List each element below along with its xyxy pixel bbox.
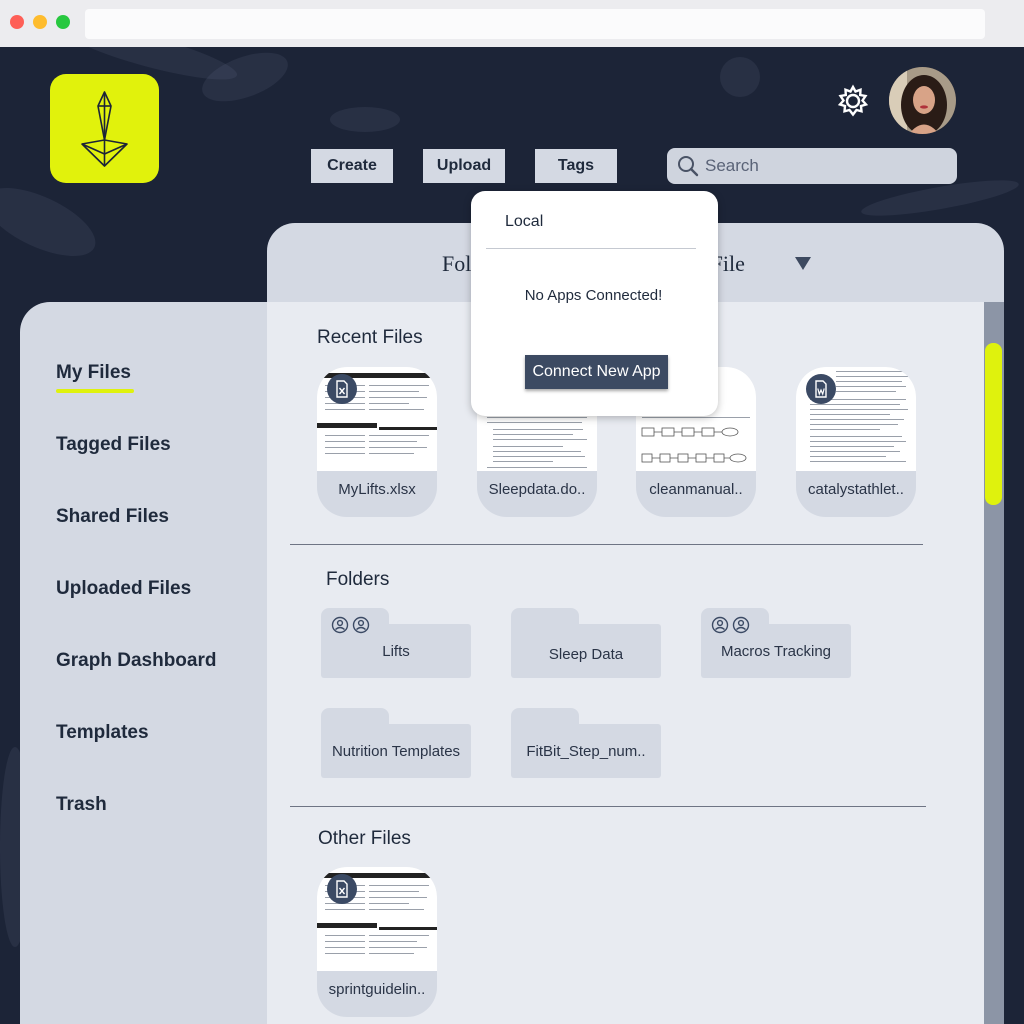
sidebar-item-shared-files[interactable]: Shared Files xyxy=(56,506,169,528)
settings-gear-icon[interactable] xyxy=(836,84,870,118)
file-name: MyLifts.xlsx xyxy=(338,481,416,498)
sidebar-item-tagged-files[interactable]: Tagged Files xyxy=(56,434,171,456)
folders-title: Folders xyxy=(326,569,390,590)
file-card[interactable]: MyLifts.xlsx xyxy=(317,367,437,517)
no-apps-message: No Apps Connected! xyxy=(524,287,663,304)
shared-users-icon xyxy=(331,616,371,634)
header-left-label[interactable]: Fol xyxy=(442,251,471,277)
sidebar: My Files Tagged Files Shared Files Uploa… xyxy=(20,302,267,1024)
section-divider xyxy=(290,806,926,807)
recent-files-title: Recent Files xyxy=(317,327,423,348)
folder-name: FitBit_Step_num.. xyxy=(526,743,646,760)
folder-item[interactable]: Nutrition Templates xyxy=(321,708,471,778)
sidebar-item-trash[interactable]: Trash xyxy=(56,794,107,816)
browser-chrome xyxy=(0,0,1024,47)
upload-dropdown-menu: Local No Apps Connected! Connect New App xyxy=(471,191,718,416)
scrollbar-thumb[interactable] xyxy=(985,343,1002,505)
folder-name: Lifts xyxy=(382,643,410,660)
upload-button[interactable]: Upload xyxy=(423,149,505,183)
menu-divider xyxy=(486,248,696,249)
profile-photo-icon xyxy=(889,67,956,134)
folder-name: Sleep Data xyxy=(548,646,624,663)
section-divider xyxy=(290,544,923,545)
file-name: catalystathlet.. xyxy=(808,481,904,498)
other-files-title: Other Files xyxy=(318,828,411,849)
file-name: cleanmanual.. xyxy=(649,481,743,498)
tags-button[interactable]: Tags xyxy=(535,149,617,183)
active-indicator xyxy=(56,389,134,393)
sidebar-item-graph-dashboard[interactable]: Graph Dashboard xyxy=(56,650,216,672)
upload-local-option[interactable]: Local xyxy=(505,213,543,231)
folder-name: Nutrition Templates xyxy=(331,743,461,760)
chevron-down-icon[interactable] xyxy=(795,257,811,270)
folder-item[interactable]: Sleep Data xyxy=(511,608,661,678)
folder-item[interactable]: FitBit_Step_num.. xyxy=(511,708,661,778)
user-avatar[interactable] xyxy=(889,67,956,134)
file-name: sprintguidelin.. xyxy=(328,981,426,998)
excel-file-icon xyxy=(327,874,357,904)
address-bar[interactable] xyxy=(85,9,985,39)
app-logo[interactable] xyxy=(50,74,159,183)
create-button[interactable]: Create xyxy=(311,149,393,183)
folder-name: Macros Tracking xyxy=(720,643,832,660)
file-name: Sleepdata.do.. xyxy=(488,481,586,498)
sidebar-item-templates[interactable]: Templates xyxy=(56,722,149,744)
folder-item[interactable]: Lifts xyxy=(321,608,471,678)
shared-users-icon xyxy=(711,616,751,634)
excel-file-icon xyxy=(327,374,357,404)
close-window-button[interactable] xyxy=(10,15,24,29)
search-icon xyxy=(678,156,699,177)
sidebar-item-my-files[interactable]: My Files xyxy=(56,362,131,384)
search-input[interactable] xyxy=(705,156,945,176)
minimize-window-button[interactable] xyxy=(33,15,47,29)
connect-new-app-button[interactable]: Connect New App xyxy=(525,355,668,389)
sword-logo-icon xyxy=(81,91,128,167)
search-bar[interactable] xyxy=(667,148,957,184)
file-card[interactable]: catalystathlet.. xyxy=(796,367,916,517)
file-card[interactable]: sprintguidelin.. xyxy=(317,867,437,1017)
sidebar-item-uploaded-files[interactable]: Uploaded Files xyxy=(56,578,191,600)
word-file-icon xyxy=(806,374,836,404)
maximize-window-button[interactable] xyxy=(56,15,70,29)
folder-item[interactable]: Macros Tracking xyxy=(701,608,851,678)
